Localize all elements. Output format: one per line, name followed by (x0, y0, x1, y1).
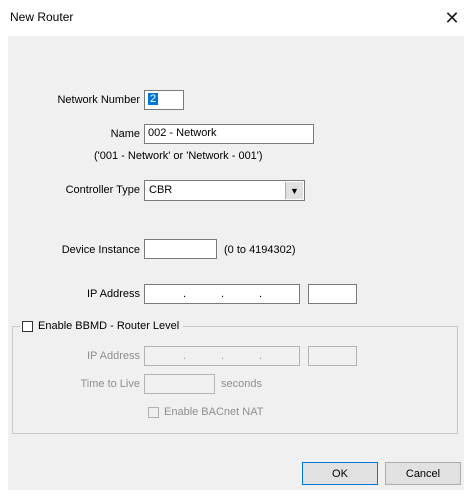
name-label: Name (110, 128, 140, 140)
ok-button[interactable]: OK (302, 462, 378, 485)
cancel-label: Cancel (405, 467, 441, 480)
bbmd-port-input[interactable] (308, 346, 357, 366)
ip-separator: . (221, 288, 225, 300)
ttl-unit: seconds (221, 378, 262, 390)
device-instance-label: Device Instance (61, 244, 140, 256)
window-title: New Router (10, 10, 74, 24)
network-number-label: Network Number (57, 94, 140, 106)
ttl-label: Time to Live (80, 378, 140, 390)
bbmd-ip-input[interactable]: . . . (144, 346, 300, 366)
network-number-value: 2 (148, 93, 159, 105)
controller-type-value: CBR (149, 184, 173, 196)
enable-nat-label: Enable BACnet NAT (164, 406, 264, 418)
ip-address-label: IP Address (87, 288, 140, 300)
enable-nat-checkbox[interactable] (148, 407, 159, 418)
controller-type-label: Controller Type (65, 184, 140, 196)
ip-separator: . (183, 350, 187, 362)
title-bar: New Router ✕ (0, 0, 472, 36)
controller-type-select[interactable]: CBR ▼ (144, 180, 305, 201)
close-button[interactable]: ✕ (432, 0, 472, 36)
dialog-body: Network Number 2 Name 002 - Network ('00… (8, 36, 464, 490)
ip-separator: . (259, 288, 263, 300)
ttl-input[interactable] (144, 374, 215, 394)
bbmd-group-header: Enable BBMD - Router Level (20, 319, 184, 333)
ip-separator: . (183, 288, 187, 300)
name-input[interactable]: 002 - Network (144, 124, 314, 144)
bbmd-ip-label: IP Address (87, 350, 140, 362)
device-instance-input[interactable] (144, 239, 217, 259)
ok-label: OK (332, 467, 348, 480)
enable-bbmd-label: Enable BBMD - Router Level (38, 320, 180, 332)
ip-port-input[interactable] (308, 284, 357, 304)
ip-separator: . (221, 350, 225, 362)
enable-bbmd-checkbox[interactable] (22, 320, 33, 332)
device-instance-range: (0 to 4194302) (224, 244, 296, 256)
chevron-down-icon: ▼ (285, 182, 303, 199)
close-icon: ✕ (444, 7, 460, 28)
name-format-hint: ('001 - Network' or 'Network - 001') (94, 150, 263, 162)
cancel-button[interactable]: Cancel (385, 462, 461, 485)
ip-separator: . (259, 350, 263, 362)
network-number-input[interactable]: 2 (144, 90, 184, 110)
ip-address-input[interactable]: . . . (144, 284, 300, 304)
